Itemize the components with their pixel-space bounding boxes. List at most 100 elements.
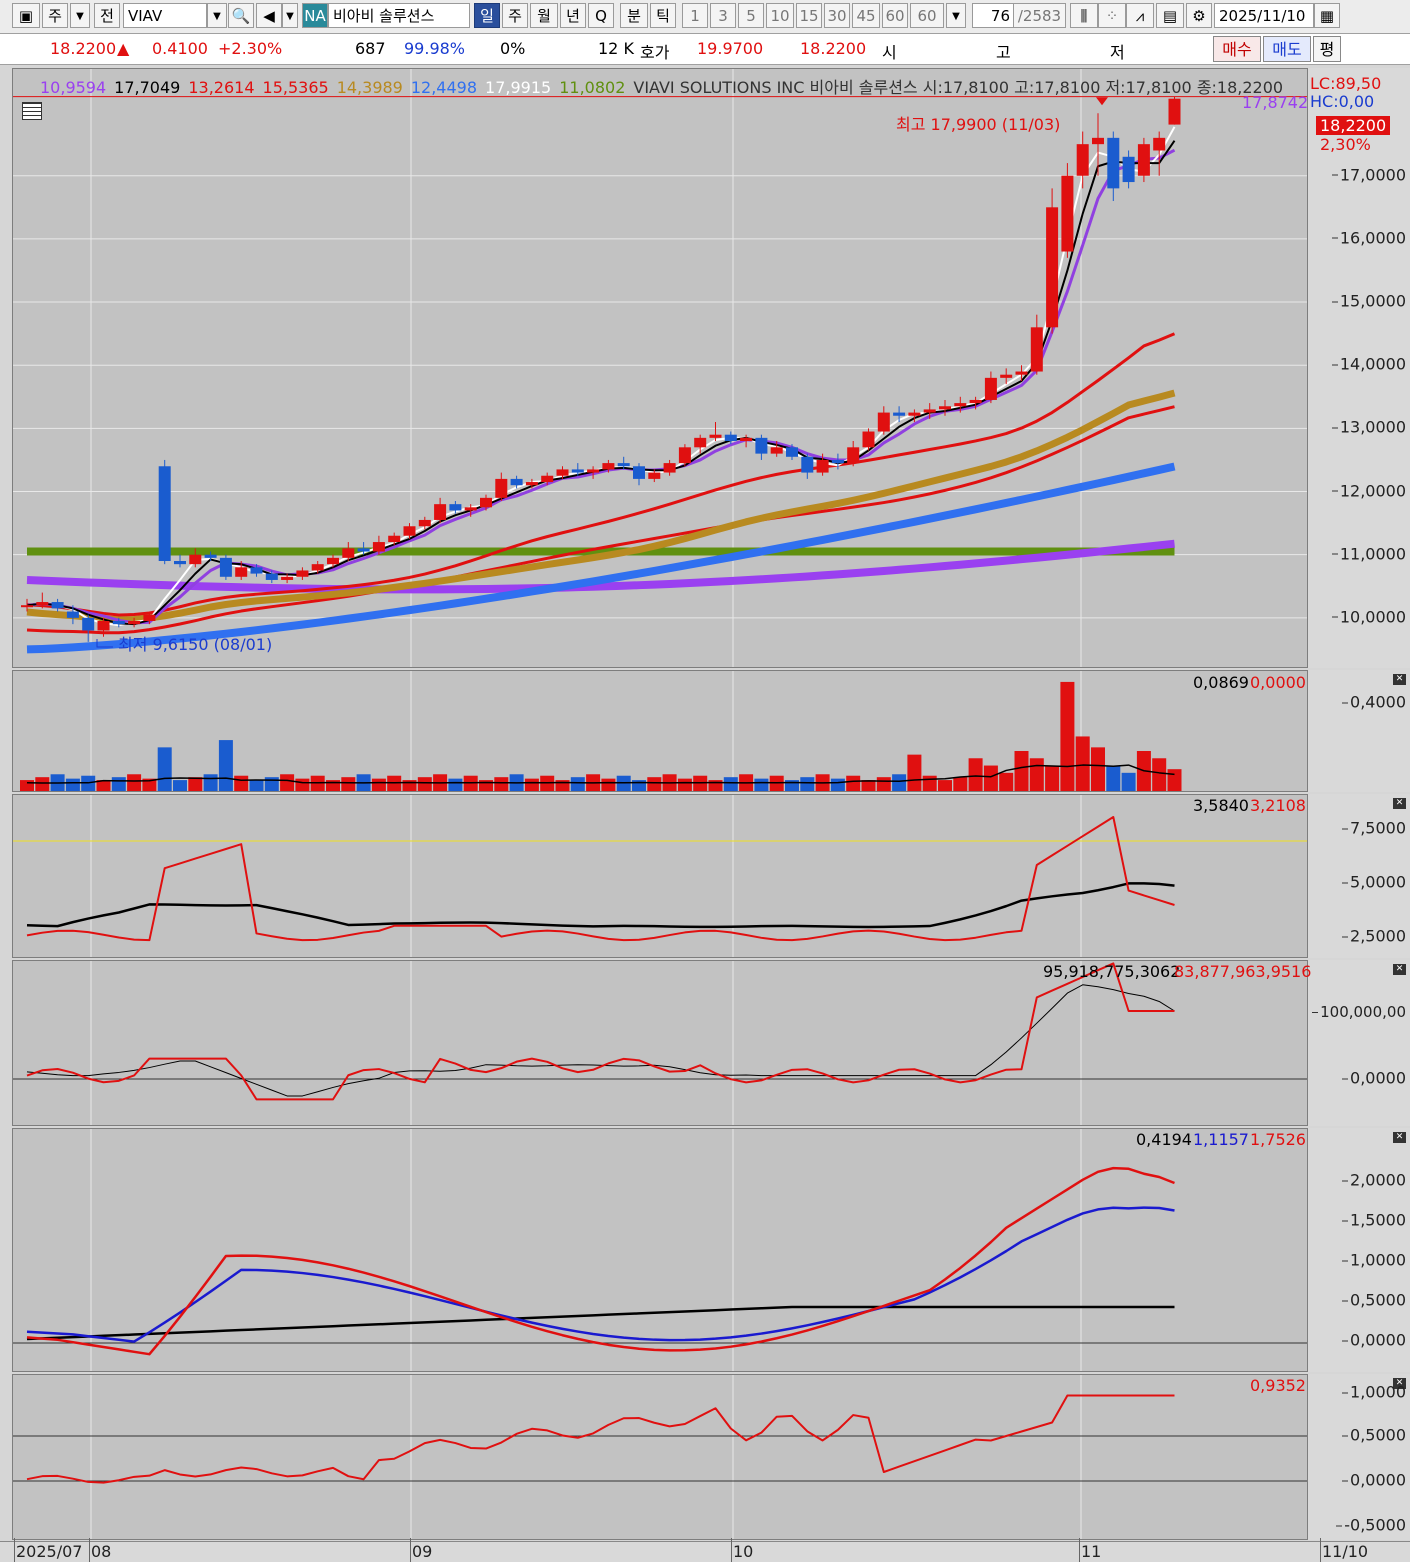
volume-bar [1075,736,1090,791]
count-input[interactable]: 76 [972,3,1014,28]
price-tag: 18,2200 [1316,116,1391,135]
period-quarter-tab[interactable]: Q [588,3,614,28]
interval-dropdown-icon[interactable]: ▼ [946,3,966,28]
candle-body [235,567,248,577]
indicator1-pane[interactable] [12,794,1308,958]
candle-body [219,557,232,577]
volume-bar [417,777,432,791]
interval-15[interactable]: 15 [796,3,822,28]
lc-label: LC:89,50 [1310,74,1382,93]
hc-label: HC:0,00 [1310,92,1375,111]
current-price: 18.2200 [50,39,117,58]
speaker-icon[interactable]: ◀ [256,3,282,28]
interval-45[interactable]: 45 [852,3,880,28]
candle-body [311,564,324,571]
close-icon[interactable]: ✕ [1393,674,1406,685]
indicator4-pane[interactable] [12,1374,1308,1540]
ind1-header-red: 3,2108 [1250,796,1306,815]
ma-red-long-line [26,405,1175,635]
candle-body [1122,156,1135,183]
candle-body [1153,137,1166,151]
legend-ma-2: 17,7049 [114,78,181,97]
volume-bar [1091,747,1105,791]
interval-5[interactable]: 5 [738,3,764,28]
ma-legend: 10,9594 17,7049 13,2614 15,5365 14,3989 12,44… [40,74,1291,98]
ind1-header-black: 3,5840 [1193,796,1249,815]
price-pane[interactable] [12,68,1308,668]
interval-30[interactable]: 30 [824,3,850,28]
speaker-dropdown-icon[interactable]: ▼ [282,3,298,28]
candle-body [847,447,860,464]
sell-button[interactable]: 매도 [1263,36,1311,62]
period-month-tab[interactable]: 월 [530,3,558,28]
prefix-button[interactable]: 전 [94,3,120,28]
table-icon[interactable] [22,102,42,120]
chevron-down-icon[interactable]: ▼ [70,3,90,28]
interval-10[interactable]: 10 [766,3,794,28]
candle-mode-icon[interactable]: ⫼ [1070,3,1098,28]
gear-icon[interactable]: ⚙ [1186,3,1212,28]
indicator3-pane[interactable] [12,1128,1308,1372]
candle-body [21,605,33,608]
save-icon[interactable]: ▤ [1156,3,1184,28]
search-icon[interactable]: 🔍 [228,3,254,28]
calendar-icon[interactable]: ▦ [1314,3,1340,28]
date-input[interactable]: 2025/11/10 [1214,3,1314,28]
ind1-main-line [26,816,1175,942]
close-icon[interactable]: ✕ [1393,1132,1406,1143]
volume-bar [341,777,356,791]
interval-60[interactable]: 60 [882,3,908,28]
indicator2-pane[interactable] [12,960,1308,1126]
volume-bar [601,778,616,791]
open-label: 시 [882,43,897,62]
type-selector[interactable]: 주 [42,3,68,28]
toolbar: ▣ 주 ▼ 전 VIAV ▼ 🔍 ◀ ▼ NA 비아비 솔루션스 일 주 월 년… [0,0,1410,34]
candle-body [602,463,615,470]
interval-1[interactable]: 1 [682,3,708,28]
ind3-header-black: 0,4194 [1136,1130,1192,1149]
candle-body [1046,207,1059,328]
ticker-input[interactable]: VIAV [123,3,207,28]
candle-body [66,611,79,618]
chart-menu-icon[interactable]: ▣ [12,3,40,28]
candle-body [755,437,768,454]
period-minute-tab[interactable]: 분 [620,3,648,28]
volume-bar [35,777,50,791]
candle-body [525,482,538,486]
candle-body [403,526,416,536]
high-label: 고 [996,43,1011,62]
ticker-dropdown-icon[interactable]: ▼ [207,3,227,28]
candle-body [158,466,171,561]
volume-bar [846,775,861,791]
price-chart-svg [13,69,1307,667]
candle-body [464,507,477,511]
close-icon[interactable]: ✕ [1393,798,1406,809]
close-icon[interactable]: ✕ [1393,964,1406,975]
dot-mode-icon[interactable]: ⁘ [1098,3,1126,28]
candle-body [112,621,125,625]
volume-bar [570,777,585,791]
period-week-tab[interactable]: 주 [502,3,528,28]
price-tick: 12,0000 [1331,481,1406,501]
ind4-tick-4: -0,5000 [1336,1515,1406,1535]
volume-bar [280,774,295,791]
x-label-end: 11/10 [1319,1538,1369,1562]
period-day-tab[interactable]: 일 [474,3,500,28]
candle-body [633,466,645,479]
candle-body [678,447,691,464]
volume-bar [953,777,968,791]
candle-body [571,469,584,473]
volume-bar [264,777,279,791]
period-year-tab[interactable]: 년 [560,3,586,28]
period-tick-tab[interactable]: 틱 [650,3,676,28]
interval-60b[interactable]: 60 [910,3,944,28]
flat-button[interactable]: 평 [1313,36,1341,62]
interval-3[interactable]: 3 [710,3,736,28]
buy-button[interactable]: 매수 [1213,36,1261,62]
candle-body [984,377,997,400]
line-mode-icon[interactable]: ⩘ [1126,3,1154,28]
volume-bar [295,778,310,791]
volume-pane[interactable] [12,670,1308,792]
candle-body [51,602,64,609]
candle-body [1092,137,1104,145]
